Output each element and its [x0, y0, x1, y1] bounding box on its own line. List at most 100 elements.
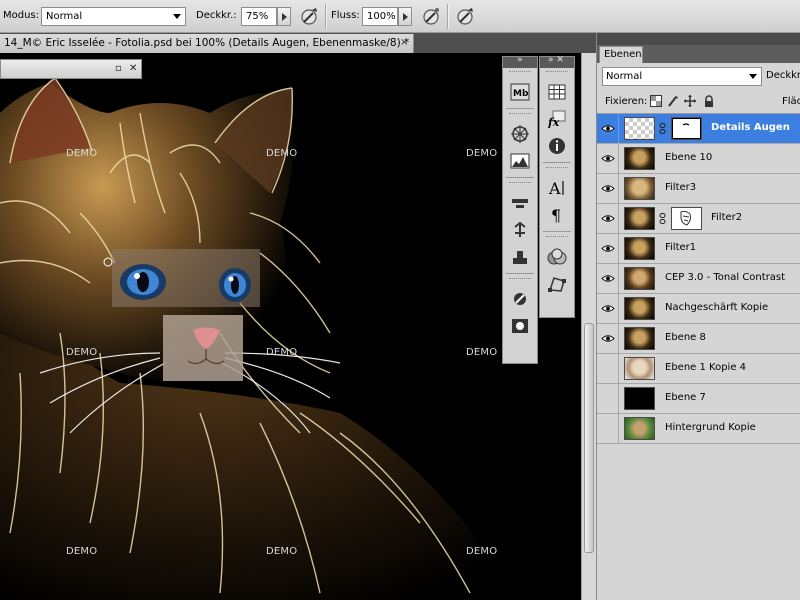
flow-slider-button[interactable] [398, 7, 412, 26]
layer-thumbnail[interactable] [624, 357, 655, 380]
document-canvas[interactable]: DEMO DEMO DEMO DEMO DEMO DEMO DEMO DEMO … [0, 53, 581, 600]
lock-transparency-icon[interactable] [650, 95, 662, 107]
dock-grip[interactable] [509, 182, 531, 188]
adjustment-brush-icon[interactable] [507, 287, 533, 311]
dock-grip[interactable] [509, 113, 531, 119]
fill-label: Fläc [782, 96, 800, 107]
layer-thumbnail[interactable] [624, 267, 655, 290]
layer-row[interactable]: Filter3 [597, 174, 800, 204]
layer-visibility-toggle[interactable] [597, 114, 619, 143]
layer-opacity-label: Deckkra [766, 70, 800, 81]
watermark-text: DEMO [466, 148, 498, 159]
panel-dock-left: » Mb [502, 55, 538, 364]
layer-visibility-toggle[interactable] [597, 354, 619, 383]
watermark-text: DEMO [466, 347, 498, 358]
layer-row[interactable]: Ebene 1 Kopie 4 [597, 354, 800, 384]
blend-mode-select[interactable]: Normal [602, 67, 762, 86]
navigator-icon[interactable] [507, 122, 533, 146]
dock-header[interactable]: » ✕ [540, 55, 574, 68]
layer-visibility-toggle[interactable] [597, 384, 619, 413]
link-chain-icon[interactable] [659, 213, 666, 224]
layer-visibility-toggle[interactable] [597, 414, 619, 443]
layer-visibility-toggle[interactable] [597, 174, 619, 203]
dock-grip[interactable] [546, 71, 568, 77]
mode-label: Modus: [3, 10, 40, 21]
mask-icon[interactable] [507, 314, 533, 338]
layer-thumbnail[interactable] [624, 147, 655, 170]
layer-row[interactable]: CEP 3.0 - Tonal Contrast [597, 264, 800, 294]
minimize-icon[interactable]: ▫ [115, 63, 122, 74]
layers-panel: Ebenen Normal Deckkra Fixieren: Fläc Det… [596, 33, 800, 600]
scrollbar-thumb[interactable] [584, 323, 594, 553]
canvas-vertical-scrollbar[interactable] [581, 53, 596, 600]
dock-header[interactable]: » [503, 55, 537, 68]
clone-source-icon[interactable] [507, 218, 533, 242]
layer-mask-thumbnail[interactable] [671, 117, 702, 140]
styles-fx-icon[interactable]: fx [544, 107, 570, 131]
character-icon[interactable]: A [544, 176, 570, 200]
layer-thumbnail[interactable] [624, 297, 655, 320]
layer-thumbnail[interactable] [624, 117, 655, 140]
layer-row[interactable]: Ebene 10 [597, 144, 800, 174]
layer-thumbnail[interactable] [624, 207, 655, 230]
paths-icon[interactable] [544, 272, 570, 296]
dock-grip[interactable] [509, 71, 531, 77]
link-chain-icon[interactable] [659, 123, 666, 134]
lock-position-icon[interactable] [684, 95, 696, 107]
close-icon[interactable]: × [400, 37, 408, 48]
layer-thumbnail[interactable] [624, 387, 655, 410]
svg-text:Mb: Mb [513, 89, 529, 99]
layer-row[interactable]: Details Augen [597, 114, 800, 144]
layer-name: Nachgeschärft Kopie [665, 302, 769, 313]
layer-visibility-toggle[interactable] [597, 144, 619, 173]
tab-layers[interactable]: Ebenen [599, 46, 643, 63]
layer-row[interactable]: Filter2 [597, 204, 800, 234]
mode-select[interactable]: Normal [41, 7, 186, 26]
layer-visibility-toggle[interactable] [597, 324, 619, 353]
layer-visibility-toggle[interactable] [597, 204, 619, 233]
dock-grip[interactable] [509, 278, 531, 284]
lock-label: Fixieren: [605, 96, 648, 107]
layer-row[interactable]: Ebene 8 [597, 324, 800, 354]
layer-name: Hintergrund Kopie [665, 422, 756, 433]
flow-input[interactable]: 100% [362, 7, 398, 26]
paragraph-icon[interactable]: ¶ [544, 203, 570, 227]
layer-name: Ebene 7 [665, 392, 706, 403]
layer-thumbnail[interactable] [624, 177, 655, 200]
layer-thumbnail[interactable] [624, 237, 655, 260]
layer-row[interactable]: Filter1 [597, 234, 800, 264]
brush-presets-icon[interactable] [507, 191, 533, 215]
channels-icon[interactable] [544, 245, 570, 269]
dock-grip[interactable] [546, 236, 568, 242]
swatches-icon[interactable] [544, 80, 570, 104]
histogram-icon[interactable] [507, 149, 533, 173]
document-tab[interactable]: 14_M© Eric Isselée - Fotolia.psd bei 100… [0, 34, 414, 53]
floating-window-header[interactable]: ▫ ✕ [0, 59, 142, 79]
layer-row[interactable]: Nachgeschärft Kopie [597, 294, 800, 324]
tablet-pressure-size-icon[interactable] [454, 5, 476, 27]
lock-all-icon[interactable] [703, 95, 715, 107]
layer-thumbnail[interactable] [624, 327, 655, 350]
info-icon[interactable] [544, 134, 570, 158]
layer-row[interactable]: Ebene 7 [597, 384, 800, 414]
layer-row[interactable]: Hintergrund Kopie [597, 414, 800, 444]
layer-mask-thumbnail[interactable] [671, 207, 702, 230]
close-icon[interactable]: ✕ [129, 63, 137, 74]
layer-visibility-toggle[interactable] [597, 294, 619, 323]
flow-label: Fluss: [331, 10, 360, 21]
tablet-pressure-opacity-icon[interactable] [298, 5, 320, 27]
opacity-input[interactable]: 75% [241, 7, 277, 26]
watermark-text: DEMO [266, 347, 298, 358]
mini-bridge-icon[interactable]: Mb [507, 80, 533, 104]
layer-visibility-toggle[interactable] [597, 264, 619, 293]
opacity-slider-button[interactable] [277, 7, 291, 26]
lock-image-pixels-icon[interactable] [667, 95, 679, 107]
airbrush-icon[interactable] [420, 5, 442, 27]
document-tab-bar: 14_M© Eric Isselée - Fotolia.psd bei 100… [0, 33, 596, 53]
dock-grip[interactable] [546, 167, 568, 173]
layer-thumbnail[interactable] [624, 417, 655, 440]
layer-visibility-toggle[interactable] [597, 234, 619, 263]
tool-presets-icon[interactable] [507, 245, 533, 269]
eye-icon [601, 245, 615, 252]
layer-name: Ebene 1 Kopie 4 [665, 362, 747, 373]
